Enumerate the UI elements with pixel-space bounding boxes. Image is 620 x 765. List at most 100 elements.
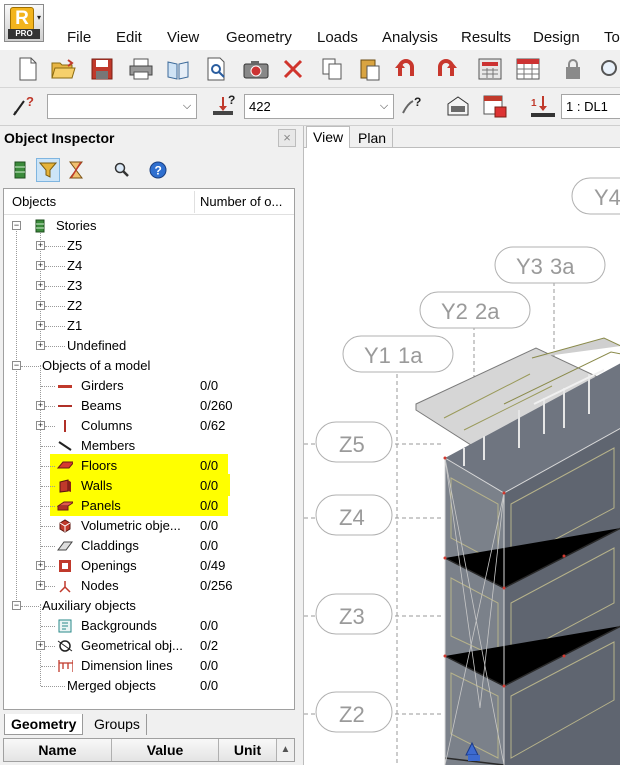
column-name[interactable]: Name <box>4 739 112 761</box>
open-file-icon[interactable] <box>50 55 78 83</box>
display-table-icon[interactable] <box>481 92 509 120</box>
lock-icon[interactable] <box>559 55 587 83</box>
hourglass-filter-icon[interactable] <box>64 158 88 182</box>
structure-view-icon[interactable] <box>444 92 472 120</box>
tree-guide-line <box>45 346 65 347</box>
tree-guide-line <box>45 646 55 647</box>
menu-edit[interactable]: Edit <box>116 29 142 46</box>
tree-guide-line <box>21 606 39 607</box>
redo-icon[interactable] <box>431 55 459 83</box>
load-cases-icon[interactable]: 1 <box>529 92 557 120</box>
app-logo-button[interactable]: R ▾ PRO <box>4 4 44 42</box>
expand-icon[interactable]: + <box>36 281 45 290</box>
tree-node-stories[interactable]: − Stories <box>4 216 294 236</box>
expand-icon[interactable]: + <box>36 401 45 410</box>
menu-results[interactable]: Results <box>461 29 511 46</box>
column-objects[interactable]: Objects <box>12 194 56 209</box>
menu-analysis[interactable]: Analysis <box>382 29 438 46</box>
expand-icon[interactable]: + <box>36 421 45 430</box>
expand-icon[interactable]: + <box>36 641 45 650</box>
column-unit[interactable]: Unit <box>219 739 277 761</box>
copy-icon[interactable] <box>318 55 346 83</box>
tree-node-story[interactable]: + Undefined <box>4 336 294 356</box>
collapse-icon[interactable]: − <box>12 221 21 230</box>
menu-geometry[interactable]: Geometry <box>226 29 292 46</box>
undo-icon[interactable] <box>393 55 421 83</box>
expand-icon[interactable]: + <box>36 561 45 570</box>
tree-node-model-objects[interactable]: − Objects of a model <box>4 356 294 376</box>
expand-icon[interactable]: + <box>36 241 45 250</box>
tree-node-auxiliary-objects[interactable]: − Auxiliary objects <box>4 596 294 616</box>
tree-node-story[interactable]: + Z2 <box>4 296 294 316</box>
load-case-selection-icon[interactable]: ? <box>210 92 238 120</box>
column-value[interactable]: Value <box>112 739 219 761</box>
expand-icon[interactable]: + <box>36 301 45 310</box>
selection-combo[interactable]: ⌵ <box>47 94 197 119</box>
cases-combo[interactable]: 422 ⌵ <box>244 94 394 119</box>
expand-icon[interactable]: + <box>36 321 45 330</box>
expand-icon[interactable]: + <box>36 261 45 270</box>
tree-node-panels[interactable]: Panels 0/0 <box>4 496 294 516</box>
collapse-icon[interactable]: − <box>12 601 21 610</box>
tab-plan[interactable]: Plan <box>352 128 394 148</box>
tree-header: Objects Number of o... <box>4 189 294 215</box>
filter-icon[interactable] <box>36 158 60 182</box>
tree-node-story[interactable]: + Z5 <box>4 236 294 256</box>
paste-icon[interactable] <box>356 55 384 83</box>
menu-view[interactable]: View <box>167 29 199 46</box>
tab-groups[interactable]: Groups <box>88 714 147 735</box>
new-file-icon[interactable] <box>14 55 42 83</box>
delete-icon[interactable] <box>279 55 307 83</box>
objects-tree[interactable]: Objects Number of o... − Stories + Z5 + … <box>3 188 295 710</box>
search-icon[interactable] <box>110 158 134 182</box>
tree-node-floors[interactable]: Floors 0/0 <box>4 456 294 476</box>
print-icon[interactable] <box>127 55 155 83</box>
stories-filter-icon[interactable] <box>8 158 32 182</box>
structure-3d-drawing: Y1 1a Y2 2a Y3 3a Y4 Z5 Z4 Z3 Z2 <box>304 177 620 765</box>
column-number[interactable]: Number of o... <box>200 194 282 209</box>
tree-node-backgrounds[interactable]: Backgrounds 0/0 <box>4 616 294 636</box>
select-cursor-question-icon[interactable]: ? <box>10 92 38 120</box>
tree-node-dimension-lines[interactable]: Dimension lines 0/0 <box>4 656 294 676</box>
print-preview-icon[interactable] <box>164 55 192 83</box>
zoom-icon[interactable] <box>596 55 620 83</box>
view-tabs: View Plan <box>304 126 620 148</box>
tree-node-claddings[interactable]: Claddings 0/0 <box>4 536 294 556</box>
tree-node-columns[interactable]: + Columns 0/62 <box>4 416 294 436</box>
calculator-icon[interactable] <box>476 55 504 83</box>
tab-view[interactable]: View <box>306 126 351 148</box>
menu-tools[interactable]: To <box>604 29 620 46</box>
load-case-combo[interactable]: 1 : DL1 <box>561 94 620 119</box>
pointer-question-icon[interactable]: ? <box>398 92 426 120</box>
3d-model-view[interactable]: Y1 1a Y2 2a Y3 3a Y4 Z5 Z4 Z3 Z2 <box>304 148 620 765</box>
story-label-z4: Z4 <box>339 505 365 530</box>
screen-capture-icon[interactable] <box>242 55 270 83</box>
tree-node-story[interactable]: + Z1 <box>4 316 294 336</box>
help-icon[interactable]: ? <box>146 158 170 182</box>
tab-geometry[interactable]: Geometry <box>4 714 84 735</box>
tree-node-volumetric-objects[interactable]: Volumetric obje... 0/0 <box>4 516 294 536</box>
preview-search-icon[interactable] <box>203 55 231 83</box>
inspector-toolbar: ? <box>0 156 300 186</box>
menu-file[interactable]: File <box>67 29 91 46</box>
tree-node-nodes[interactable]: + Nodes 0/256 <box>4 576 294 596</box>
table-icon[interactable] <box>514 55 542 83</box>
tree-label: Floors <box>81 458 118 473</box>
tree-node-openings[interactable]: + Openings 0/49 <box>4 556 294 576</box>
tree-node-girders[interactable]: Girders 0/0 <box>4 376 294 396</box>
close-icon[interactable]: × <box>278 129 296 147</box>
tree-node-story[interactable]: + Z4 <box>4 256 294 276</box>
tree-node-beams[interactable]: + Beams 0/260 <box>4 396 294 416</box>
menu-design[interactable]: Design <box>533 29 580 46</box>
expand-icon[interactable]: + <box>36 581 45 590</box>
expand-icon[interactable]: + <box>36 341 45 350</box>
save-icon[interactable] <box>88 55 116 83</box>
tree-node-story[interactable]: + Z3 <box>4 276 294 296</box>
tree-node-geometrical-objects[interactable]: + Geometrical obj... 0/2 <box>4 636 294 656</box>
scroll-up-icon[interactable]: ▲ <box>277 739 294 761</box>
tree-node-walls[interactable]: Walls 0/0 <box>4 476 294 496</box>
menu-loads[interactable]: Loads <box>317 29 358 46</box>
collapse-icon[interactable]: − <box>12 361 21 370</box>
tree-node-merged-objects[interactable]: Merged objects 0/0 <box>4 676 294 696</box>
tree-node-members[interactable]: Members <box>4 436 294 456</box>
